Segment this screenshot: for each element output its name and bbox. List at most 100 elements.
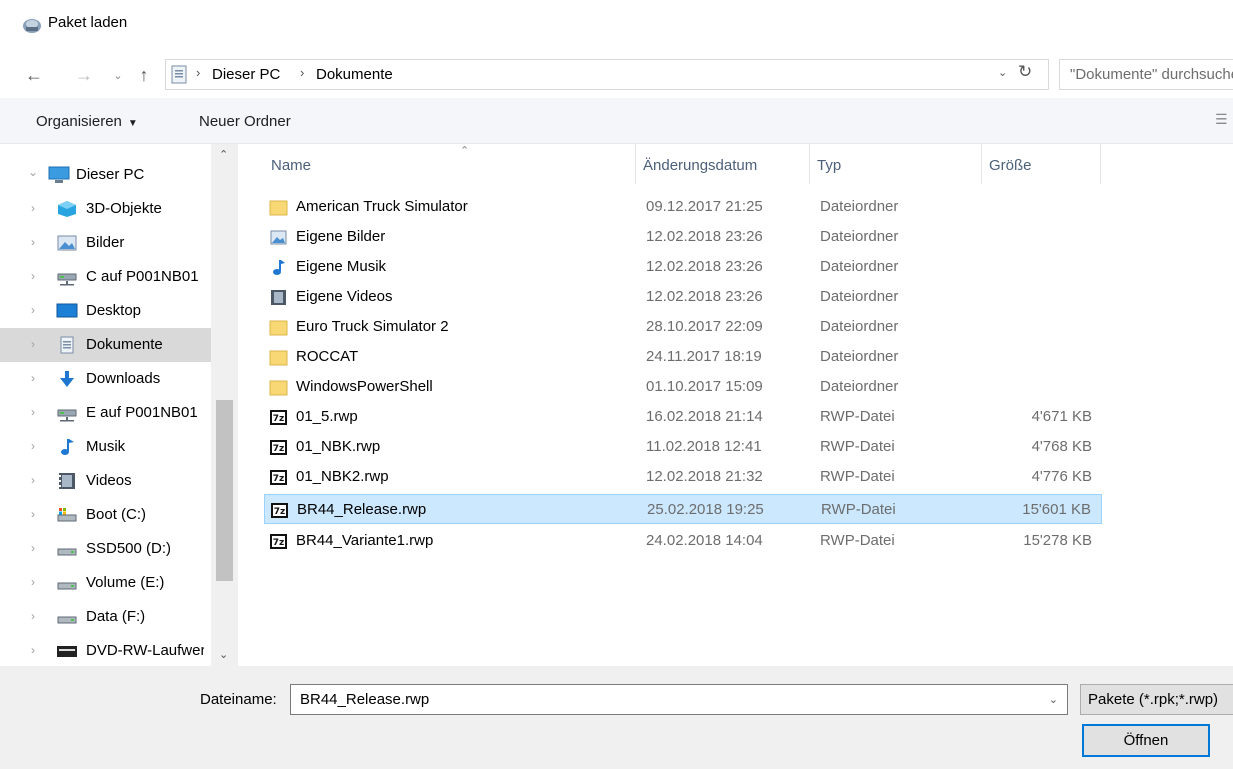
scroll-down-icon[interactable]: ⌄ xyxy=(219,648,228,661)
refresh-icon[interactable]: ↻ xyxy=(1018,62,1032,82)
pictures-shortcut-icon xyxy=(270,230,287,245)
svg-text:7z: 7z xyxy=(273,444,285,454)
file-name: Eigene Bilder xyxy=(296,228,386,245)
search-input[interactable] xyxy=(1060,60,1233,89)
chevron-right-icon[interactable]: › xyxy=(31,303,35,317)
file-date: 11.02.2018 12:41 xyxy=(646,438,762,455)
file-date: 12.02.2018 23:26 xyxy=(646,228,763,245)
chevron-right-icon[interactable]: › xyxy=(31,235,35,249)
chevron-right-icon[interactable]: › xyxy=(31,371,35,385)
sort-ascending-icon: ⌃ xyxy=(460,145,470,157)
nav-item-dokumente[interactable]: › Dokumente xyxy=(0,328,211,362)
up-button[interactable]: ↑ xyxy=(130,52,158,98)
search-box[interactable] xyxy=(1059,59,1233,90)
table-row-selected[interactable]: 7z BR44_Release.rwp 25.02.2018 19:25 RWP… xyxy=(264,494,1102,524)
file-type-filter[interactable]: Pakete (*.rpk;*.rwp) xyxy=(1080,684,1233,715)
chevron-down-icon[interactable]: ⌄ xyxy=(28,165,38,179)
table-row[interactable]: Eigene Videos 12.02.2018 23:26 Dateiordn… xyxy=(264,282,1102,312)
nav-item-e-network[interactable]: › E auf P001NB01 xyxy=(0,396,211,430)
scroll-up-icon[interactable]: ⌃ xyxy=(219,148,228,161)
nav-item-ssd500-d[interactable]: › SSD500 (D:) xyxy=(0,532,211,566)
scrollbar-thumb[interactable] xyxy=(216,400,233,581)
7z-file-icon: 7z xyxy=(271,503,288,518)
column-label: Größe xyxy=(989,157,1032,174)
nav-item-volume-e[interactable]: › Volume (E:) xyxy=(0,566,211,600)
nav-label: DVD-RW-Laufwerk xyxy=(86,642,204,659)
column-label: Name xyxy=(271,157,312,174)
table-row[interactable]: WindowsPowerShell 01.10.2017 15:09 Datei… xyxy=(264,372,1102,402)
nav-item-musik[interactable]: › Musik xyxy=(0,430,211,464)
nav-item-c-network[interactable]: › C auf P001NB01 xyxy=(0,260,211,294)
chevron-right-icon[interactable]: › xyxy=(31,507,35,521)
nav-item-dieser-pc[interactable]: ⌄ Dieser PC xyxy=(0,158,211,192)
nav-label: Boot (C:) xyxy=(86,506,147,523)
table-row[interactable]: 7z 01_NBK2.rwp 12.02.2018 21:32 RWP-Date… xyxy=(264,462,1102,492)
nav-item-data-f[interactable]: › Data (F:) xyxy=(0,600,211,634)
file-size: 4'768 KB xyxy=(1031,438,1092,455)
chevron-right-icon[interactable]: › xyxy=(31,201,35,215)
nav-scrollbar[interactable]: ⌃ ⌄ xyxy=(211,144,238,666)
back-button[interactable]: ← xyxy=(20,52,48,98)
table-row[interactable]: Euro Truck Simulator 2 28.10.2017 22:09 … xyxy=(264,312,1102,342)
file-size: 15'278 KB xyxy=(1023,532,1092,549)
network-drive-icon xyxy=(57,273,77,286)
nav-item-desktop[interactable]: › Desktop xyxy=(0,294,211,328)
arrow-right-icon: → xyxy=(75,64,93,85)
address-history-icon[interactable]: ⌄ xyxy=(998,66,1007,79)
address-row: ← → ⌄ ↑ › Dieser PC › Dokumente ⌄ ↻ xyxy=(0,52,1233,98)
folder-icon xyxy=(269,350,288,366)
nav-item-downloads[interactable]: › Downloads xyxy=(0,362,211,396)
chevron-right-icon[interactable]: › xyxy=(31,541,35,555)
new-folder-button[interactable]: Neuer Ordner xyxy=(199,113,291,130)
drive-icon xyxy=(57,616,77,624)
breadcrumb-dokumente[interactable]: Dokumente xyxy=(316,66,393,83)
chevron-down-icon[interactable]: ⌄ xyxy=(1049,693,1058,706)
column-name[interactable]: Name ⌃ xyxy=(264,144,636,184)
music-shortcut-icon xyxy=(273,260,285,275)
nav-item-videos[interactable]: › Videos xyxy=(0,464,211,498)
table-row[interactable]: Eigene Bilder 12.02.2018 23:26 Dateiordn… xyxy=(264,222,1102,252)
open-button[interactable]: Öffnen xyxy=(1082,724,1210,757)
address-bar[interactable]: › Dieser PC › Dokumente ⌄ ↻ xyxy=(165,59,1049,90)
svg-text:7z: 7z xyxy=(273,474,285,484)
forward-button[interactable]: → xyxy=(70,52,98,98)
table-row[interactable]: 7z 01_5.rwp 16.02.2018 21:14 RWP-Datei 4… xyxy=(264,402,1102,432)
column-type[interactable]: Typ xyxy=(810,144,982,184)
system-drive-icon xyxy=(57,508,77,522)
nav-item-3d-objects[interactable]: › 3D-Objekte xyxy=(0,192,211,226)
filename-combobox[interactable]: ⌄ xyxy=(290,684,1068,715)
table-row[interactable]: ROCCAT 24.11.2017 18:19 Dateiordner xyxy=(264,342,1102,372)
nav-label: Volume (E:) xyxy=(86,574,165,591)
table-row[interactable]: Eigene Musik 12.02.2018 23:26 Dateiordne… xyxy=(264,252,1102,282)
caret-down-icon: ▼ xyxy=(127,118,138,129)
chevron-right-icon[interactable]: › xyxy=(31,439,35,453)
column-date[interactable]: Änderungsdatum xyxy=(636,144,810,184)
view-options-icon[interactable]: ☰ xyxy=(1215,111,1228,129)
breadcrumb-dieser-pc[interactable]: Dieser PC xyxy=(212,66,280,83)
svg-text:7z: 7z xyxy=(274,507,286,517)
chevron-right-icon[interactable]: › xyxy=(31,473,35,487)
folder-icon xyxy=(269,200,288,216)
filename-input[interactable] xyxy=(291,685,1031,714)
nav-item-bilder[interactable]: › Bilder xyxy=(0,226,211,260)
3d-objects-icon xyxy=(58,201,76,217)
chevron-right-icon[interactable]: › xyxy=(31,575,35,589)
nav-item-dvd-drive[interactable]: › DVD-RW-Laufwerk xyxy=(0,634,211,666)
nav-label: E auf P001NB01 xyxy=(86,404,198,421)
file-size: 15'601 KB xyxy=(1022,501,1091,518)
chevron-right-icon[interactable]: › xyxy=(31,337,35,351)
file-date: 12.02.2018 23:26 xyxy=(646,288,763,305)
table-row[interactable]: American Truck Simulator 09.12.2017 21:2… xyxy=(264,192,1102,222)
file-type: Dateiordner xyxy=(820,228,899,245)
table-row[interactable]: 7z BR44_Variante1.rwp 24.02.2018 14:04 R… xyxy=(264,526,1102,556)
chevron-right-icon[interactable]: › xyxy=(31,643,35,657)
nav-item-boot-c[interactable]: › Boot (C:) xyxy=(0,498,211,532)
organize-button[interactable]: Organisieren ▼ xyxy=(36,113,138,130)
chevron-right-icon[interactable]: › xyxy=(31,609,35,623)
column-size[interactable]: Größe xyxy=(982,144,1101,184)
recent-locations-button[interactable]: ⌄ xyxy=(104,52,132,98)
table-row[interactable]: 7z 01_NBK.rwp 11.02.2018 12:41 RWP-Datei… xyxy=(264,432,1102,462)
chevron-right-icon[interactable]: › xyxy=(31,405,35,419)
file-type: RWP-Datei xyxy=(820,408,895,425)
chevron-right-icon[interactable]: › xyxy=(31,269,35,283)
